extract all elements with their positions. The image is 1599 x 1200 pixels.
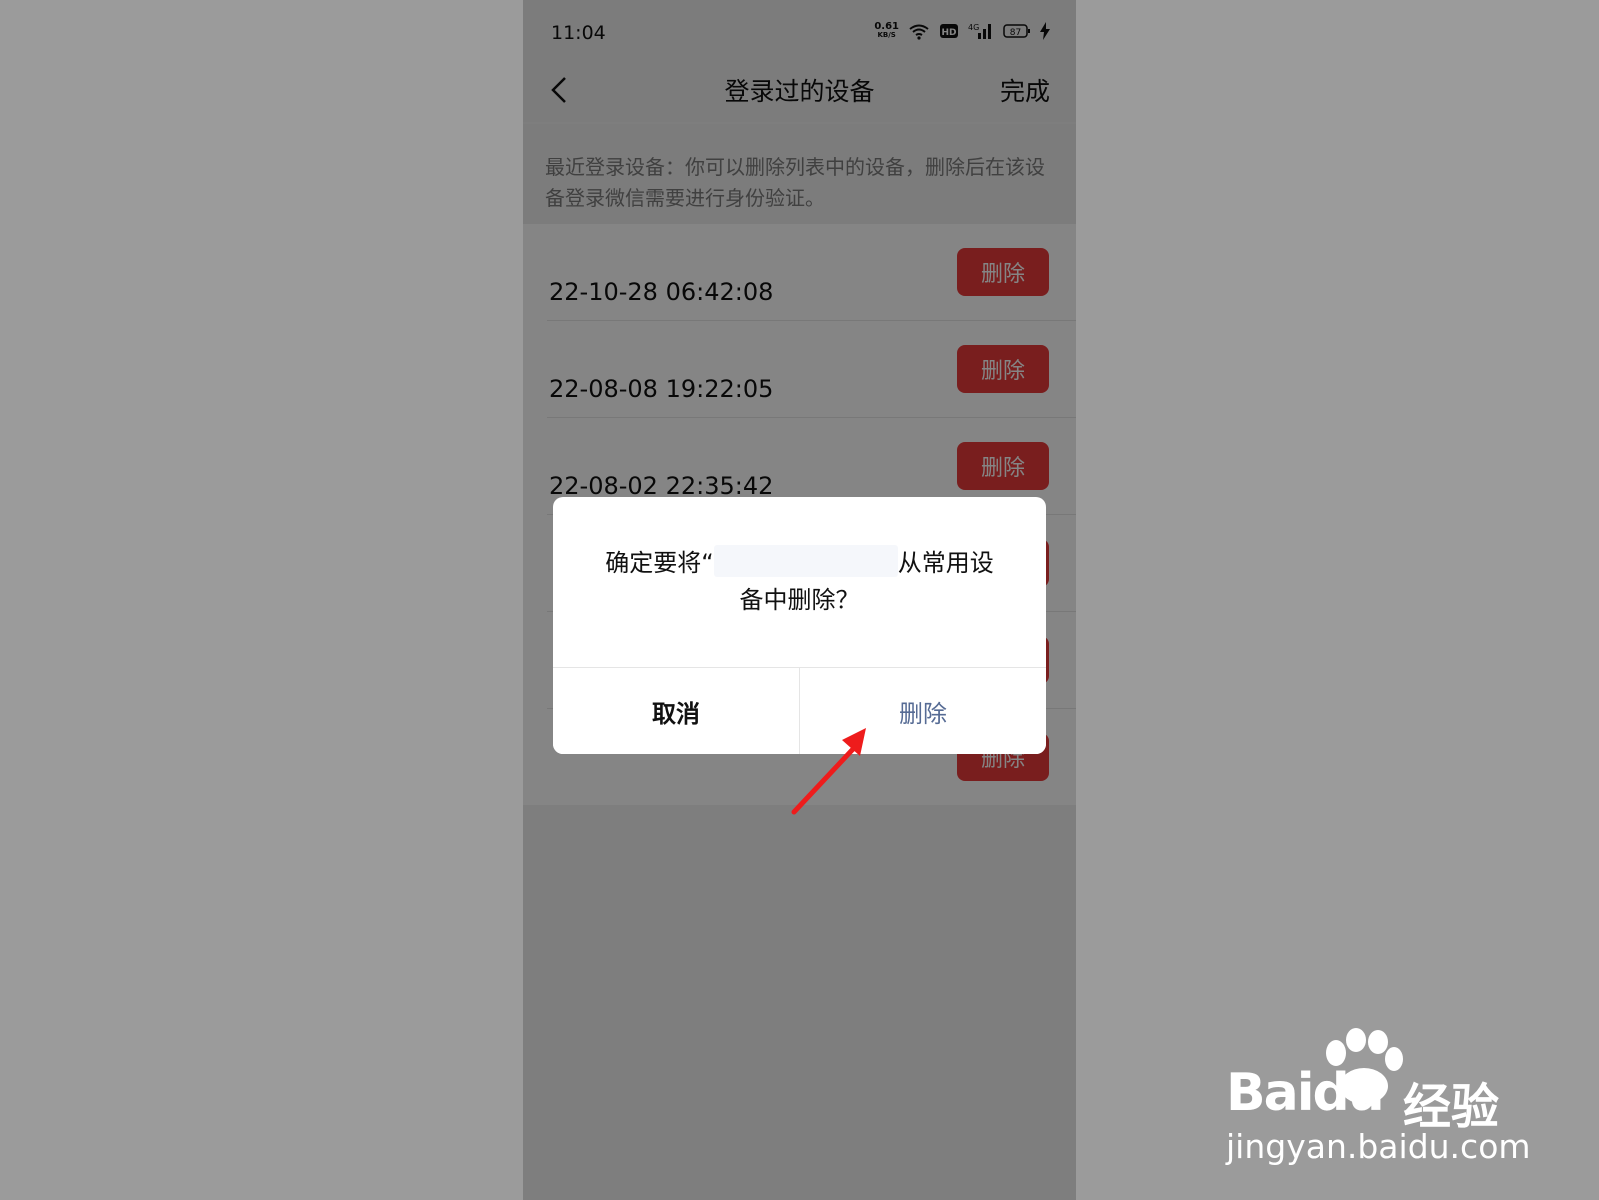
dialog-message-prefix: 确定要将“	[605, 549, 714, 577]
dialog-message-suffix: 从常用设	[897, 549, 994, 577]
baidu-jingyan-watermark: Baidu 经验 jingyan.baidu.com	[1226, 1028, 1531, 1178]
confirm-dialog: 确定要将“ 从常用设 备中删除？ 取消 删除	[553, 497, 1046, 754]
red-arrow-annotation	[791, 728, 866, 815]
dialog-message: 确定要将“ 从常用设 备中删除？	[597, 545, 1002, 619]
dialog-message-line-1: 确定要将“ 从常用设	[597, 545, 1002, 582]
watermark-url: jingyan.baidu.com	[1226, 1127, 1531, 1166]
cancel-button[interactable]: 取消	[553, 668, 800, 754]
redacted-device-name	[713, 545, 898, 577]
watermark-brand: Baidu	[1226, 1063, 1385, 1123]
dialog-message-line-2: 备中删除？	[739, 586, 860, 614]
